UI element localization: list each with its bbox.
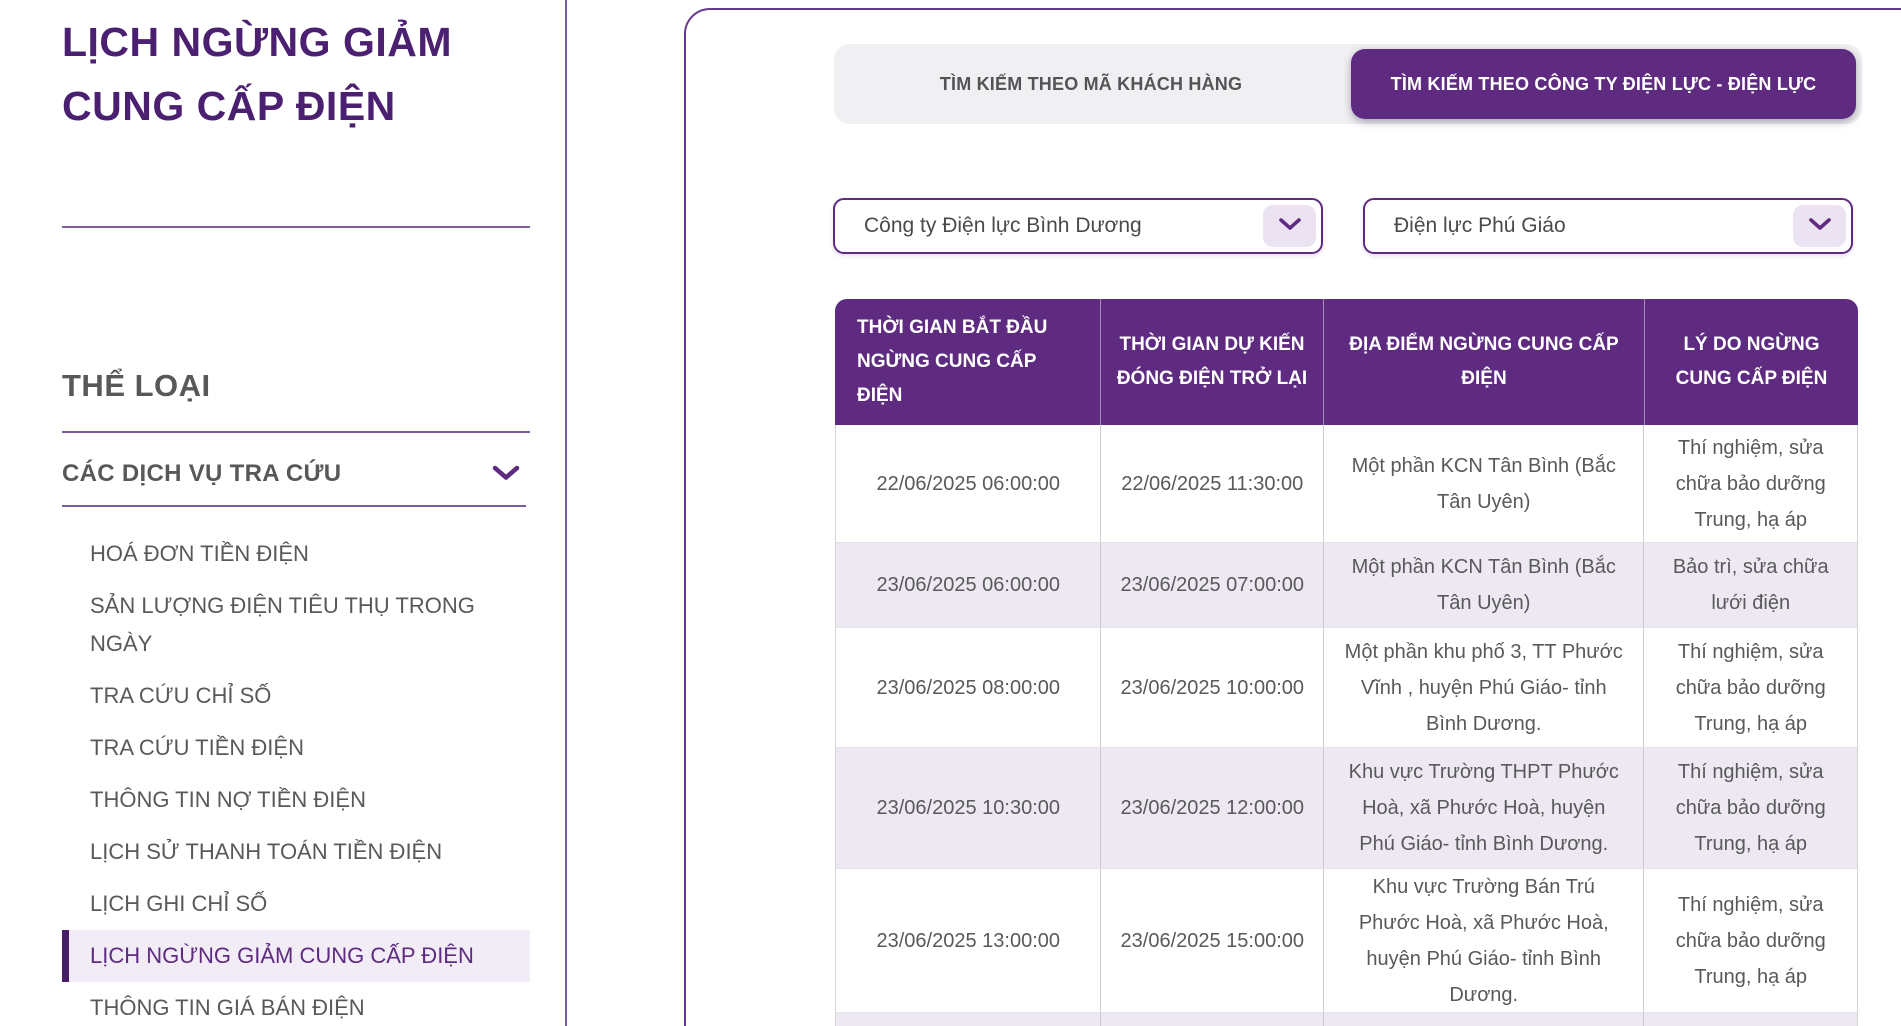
sidebar-item[interactable]: LỊCH GHI CHỈ SỐ [62, 878, 530, 930]
sidebar-item[interactable]: THÔNG TIN GIÁ BÁN ĐIỆN [62, 982, 530, 1026]
cell-restore-time: 23/06/2025 07:00:00 [1101, 543, 1324, 627]
sidebar-divider [62, 505, 526, 507]
cell-start-time: 23/06/2025 10:30:00 [836, 748, 1101, 868]
chevron-down-icon [1278, 217, 1302, 236]
sidebar-divider-line [565, 0, 567, 1026]
cell-reason: Thí nghiệm, sửa chữa bảo dưỡng Trung, hạ… [1644, 425, 1857, 542]
sidebar-item[interactable]: TRA CỨU CHỈ SỐ [62, 670, 530, 722]
header-restore-time: THỜI GIAN DỰ KIẾN ĐÓNG ĐIỆN TRỞ LẠI [1101, 299, 1324, 425]
branch-select-value: Điện lực Phú Giáo [1394, 200, 1566, 252]
cell-empty [1324, 1013, 1644, 1026]
sidebar-group-lookup-services[interactable]: CÁC DỊCH VỤ TRA CỨU [62, 452, 530, 496]
table-row: 23/06/2025 10:30:0023/06/2025 12:00:00Kh… [836, 748, 1857, 869]
company-select-toggle-button[interactable] [1263, 205, 1316, 247]
cell-empty [836, 1013, 1101, 1026]
sidebar-item[interactable]: TRA CỨU TIỀN ĐIỆN [62, 722, 530, 774]
cell-location: Một phần KCN Tân Bình (Bắc Tân Uyên) [1324, 543, 1644, 627]
tab-search-by-power-company[interactable]: TÌM KIẾM THEO CÔNG TY ĐIỆN LỰC - ĐIỆN LỰ… [1351, 49, 1856, 119]
table-row: 23/06/2025 08:00:0023/06/2025 10:00:00Mộ… [836, 628, 1857, 748]
page-title: LỊCH NGỪNG GIẢM CUNG CẤP ĐIỆN [62, 10, 512, 138]
cell-location: Một phần khu phố 3, TT Phước Vĩnh , huyệ… [1324, 628, 1644, 747]
table-header-row: THỜI GIAN BẮT ĐẦU NGỪNG CUNG CẤP ĐIỆN TH… [835, 299, 1858, 425]
outage-schedule-table: THỜI GIAN BẮT ĐẦU NGỪNG CUNG CẤP ĐIỆN TH… [835, 299, 1858, 1026]
cell-empty [1644, 1013, 1857, 1026]
cell-start-time: 23/06/2025 08:00:00 [836, 628, 1101, 747]
table-row-partial [836, 1013, 1857, 1026]
sidebar-divider [62, 431, 530, 433]
cell-reason: Thí nghiệm, sửa chữa bảo dưỡng Trung, hạ… [1644, 748, 1857, 868]
table-row: 22/06/2025 06:00:0022/06/2025 11:30:00Mộ… [836, 425, 1857, 543]
tab-search-by-customer-code[interactable]: TÌM KIẾM THEO MÃ KHÁCH HÀNG [834, 44, 1348, 124]
company-select[interactable]: Công ty Điện lực Bình Dương [833, 198, 1323, 254]
sidebar-item[interactable]: HOÁ ĐƠN TIỀN ĐIỆN [62, 528, 530, 580]
sidebar-group-label: CÁC DỊCH VỤ TRA CỨU [62, 460, 341, 487]
cell-location: Khu vực Trường THPT Phước Hoà, xã Phước … [1324, 748, 1644, 868]
sidebar-section-title: THỂ LOẠI [62, 368, 211, 404]
cell-reason: Bảo trì, sửa chữa lưới điện [1644, 543, 1857, 627]
table-row: 23/06/2025 13:00:0023/06/2025 15:00:00Kh… [836, 869, 1857, 1013]
cell-reason: Thí nghiệm, sửa chữa bảo dưỡng Trung, hạ… [1644, 628, 1857, 747]
cell-start-time: 23/06/2025 06:00:00 [836, 543, 1101, 627]
sidebar-item[interactable]: LỊCH SỬ THANH TOÁN TIỀN ĐIỆN [62, 826, 530, 878]
cell-empty [1101, 1013, 1324, 1026]
cell-location: Khu vực Trường Bán Trú Phước Hoà, xã Phư… [1324, 869, 1644, 1012]
header-start-time: THỜI GIAN BẮT ĐẦU NGỪNG CUNG CẤP ĐIỆN [835, 299, 1101, 425]
header-reason: LÝ DO NGỪNG CUNG CẤP ĐIỆN [1645, 299, 1858, 425]
search-mode-tabbar: TÌM KIẾM THEO MÃ KHÁCH HÀNG TÌM KIẾM THE… [834, 44, 1862, 124]
chevron-down-icon [492, 465, 520, 481]
cell-restore-time: 23/06/2025 12:00:00 [1101, 748, 1324, 868]
table-body: 22/06/2025 06:00:0022/06/2025 11:30:00Mộ… [835, 425, 1858, 1026]
header-location: ĐỊA ĐIỂM NGỪNG CUNG CẤP ĐIỆN [1324, 299, 1645, 425]
chevron-down-icon [1808, 217, 1832, 236]
cell-restore-time: 23/06/2025 10:00:00 [1101, 628, 1324, 747]
cell-start-time: 23/06/2025 13:00:00 [836, 869, 1101, 1012]
branch-select[interactable]: Điện lực Phú Giáo [1363, 198, 1853, 254]
company-select-value: Công ty Điện lực Bình Dương [864, 200, 1142, 252]
cell-start-time: 22/06/2025 06:00:00 [836, 425, 1101, 542]
cell-restore-time: 22/06/2025 11:30:00 [1101, 425, 1324, 542]
branch-select-toggle-button[interactable] [1793, 205, 1846, 247]
table-row: 23/06/2025 06:00:0023/06/2025 07:00:00Mộ… [836, 543, 1857, 628]
sidebar-divider [62, 226, 530, 228]
sidebar-item[interactable]: SẢN LƯỢNG ĐIỆN TIÊU THỤ TRONG NGÀY [62, 580, 530, 670]
cell-location: Một phần KCN Tân Bình (Bắc Tân Uyên) [1324, 425, 1644, 542]
sidebar-item-selected[interactable]: LỊCH NGỪNG GIẢM CUNG CẤP ĐIỆN [62, 930, 530, 982]
cell-reason: Thí nghiệm, sửa chữa bảo dưỡng Trung, hạ… [1644, 869, 1857, 1012]
sidebar-item[interactable]: THÔNG TIN NỢ TIỀN ĐIỆN [62, 774, 530, 826]
sidebar-menu: HOÁ ĐƠN TIỀN ĐIỆNSẢN LƯỢNG ĐIỆN TIÊU THỤ… [62, 528, 530, 1026]
cell-restore-time: 23/06/2025 15:00:00 [1101, 869, 1324, 1012]
